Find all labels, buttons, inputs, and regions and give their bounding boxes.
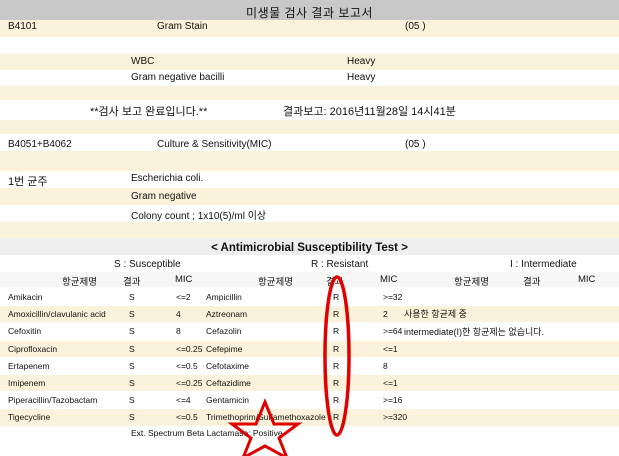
annotation-overlay — [227, 275, 351, 456]
annotation-star-icon — [227, 398, 303, 456]
annotation-ellipse — [323, 275, 351, 437]
